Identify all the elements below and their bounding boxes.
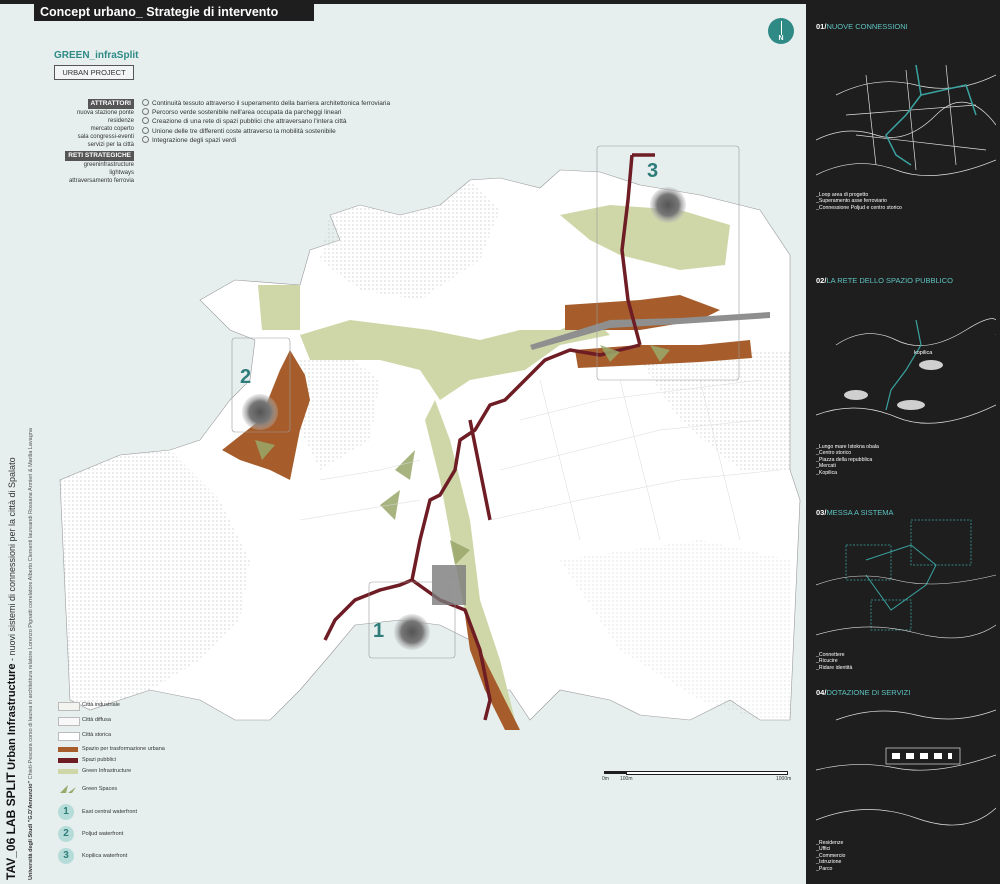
scale-end: 1000m: [776, 776, 792, 782]
historic-center: [432, 565, 466, 605]
diagram-services: [816, 709, 996, 826]
section-title-1: 01/NUOVE CONNESSIONI: [816, 22, 908, 31]
goal-item: Creazione di una rete di spazi pubblici …: [142, 117, 390, 126]
focus-circle-2: [242, 394, 278, 430]
vertical-main-title: Urban Infrastructure: [6, 663, 18, 770]
legend-item: Città storica: [58, 732, 111, 741]
attractor-item: sala congressi-eventi: [77, 134, 134, 140]
diagram-system: [816, 519, 996, 639]
vertical-subtitle: - nuovi sistemi di connessioni per la ci…: [7, 457, 17, 662]
goal-item: Unione delle tre differenti coste attrav…: [142, 127, 390, 136]
scale-mid: 100m: [620, 776, 633, 782]
section-title-2: 02/LA RETE DELLO SPAZIO PUBBLICO: [816, 276, 954, 285]
legend-item: Green Infrastructure: [58, 768, 131, 774]
diagram-connections: [816, 64, 996, 176]
goal-item: Integrazione degli spazi verdi: [142, 136, 390, 145]
page-title: Concept urbano_ Strategie di intervento: [34, 4, 314, 21]
section-items-3: _Connettere _Ricucire _Ridare identità: [816, 652, 853, 671]
attractor-item: servizi per la città: [87, 142, 134, 148]
brand-project: URBAN PROJECT: [54, 65, 134, 80]
brand-block: GREEN_infraSplit URBAN PROJECT: [54, 50, 139, 80]
legend-item: Spazi pubblici: [58, 757, 116, 763]
goal-item: Percorso verde sostenibile nell'area occ…: [142, 108, 390, 117]
scale-zero: 0m: [602, 776, 609, 782]
goals-list: Continuità tessuto attraverso il superam…: [142, 99, 390, 145]
legend-area-2: 2 Poljud waterfront: [58, 826, 123, 842]
legend-item: Green Spaces: [58, 785, 117, 793]
network-item: lightways: [109, 170, 134, 176]
credits-label: Chieti-Pescara corso di laurea in archit…: [28, 428, 34, 780]
goal-item: Continuità tessuto attraverso il superam…: [142, 99, 390, 108]
section-title-4: 04/DOTAZIONE DI SERVIZI: [816, 688, 911, 697]
university-label: Università degli Studi "G.D'Annunzio": [28, 780, 34, 880]
map-number-1: 1: [373, 620, 385, 642]
focus-circle-3: [650, 187, 686, 223]
legend-item: Città diffusa: [58, 717, 111, 726]
legend-area-3: 3 Kopilica waterfront: [58, 848, 127, 864]
green-infrastructure-west: [258, 285, 300, 330]
vertical-credits-block: Università degli Studi "G.D'Annunzio" Ch…: [28, 428, 34, 880]
vertical-title: TAV_06 LAB SPLIT Urban Infrastructure - …: [4, 457, 18, 880]
legend-area-1: 1 East central waterfront: [58, 804, 137, 820]
attractor-item: residenze: [107, 118, 134, 124]
section-items-1: _Loop area di progetto _Superamento asse…: [816, 192, 902, 211]
attractor-item: mercato coperto: [90, 126, 134, 132]
attractor-item: nuova stazione ponte: [76, 110, 134, 116]
attractors-block: ATTRATTORI nuova stazione ponte residenz…: [58, 99, 134, 185]
section-items-2: _Lungo mare Istokna obala _Centro storic…: [816, 444, 879, 476]
diagram-public-space: [816, 318, 996, 424]
network-item: greeninfrastructure: [83, 162, 134, 168]
section-items-4: _Residenze _Uffici _Commercio _Istruzion…: [816, 840, 846, 872]
network-item: attraversamento ferrovia: [68, 178, 134, 184]
sidebar: 01/NUOVE CONNESSIONI _Loop area di proge…: [806, 0, 1000, 884]
focus-circle-1: [394, 614, 430, 650]
legend-item: Spazio per trasformazione urbana: [58, 746, 165, 752]
north-arrow-icon: N: [768, 18, 794, 44]
brand-name: GREEN_infraSplit: [54, 50, 139, 61]
kopilica-label: kopilica: [914, 350, 933, 356]
attractors-label: ATTRATTORI: [87, 99, 134, 109]
tav-label: TAV_06 LAB SPLIT: [4, 772, 18, 880]
main-board: Concept urbano_ Strategie di intervento …: [0, 0, 806, 884]
map-number-2: 2: [240, 366, 252, 388]
networks-label: RETI STRATEGICHE: [65, 151, 134, 161]
map-number-3: 3: [647, 160, 659, 182]
legend-item: Città industriale: [58, 702, 120, 711]
